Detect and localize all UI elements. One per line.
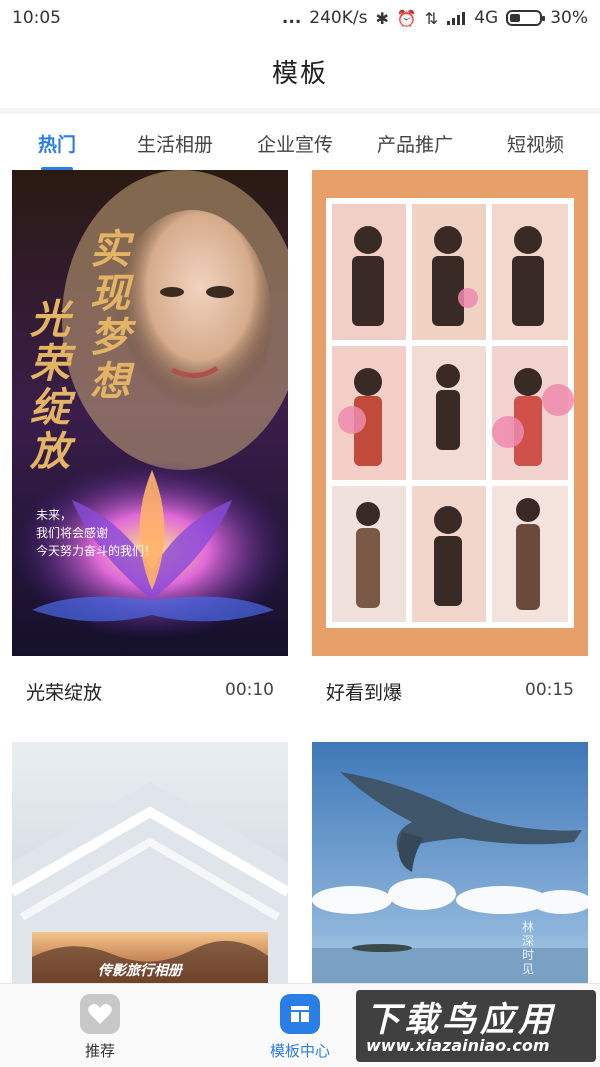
watermark: 下载鸟应用 www.xiazainiao.com: [356, 990, 596, 1062]
nav-item-recommend[interactable]: 推荐: [50, 994, 150, 1061]
template-duration: 00:10: [225, 680, 274, 700]
tab-short-video[interactable]: 短视频: [507, 130, 564, 157]
battery-icon: [506, 10, 546, 26]
tab-label: 短视频: [507, 134, 565, 156]
template-icon: [280, 994, 320, 1034]
template-card[interactable]: 实现梦想 光荣绽放 未来， 我们将会感谢 今天努力奋斗的我们！ 光荣绽放 00:…: [12, 170, 288, 720]
tab-corporate-promo[interactable]: 企业宣传: [257, 130, 333, 157]
template-card[interactable]: 好看到爆 00:15: [312, 170, 588, 720]
overlay-line: 未来，: [36, 508, 73, 522]
status-time: 10:05: [12, 8, 61, 28]
nav-label: 模板中心: [269, 1042, 330, 1060]
status-bar: 10:05 ... 240K/s ✱ ⏰ ⇅ 4G 30%: [0, 0, 600, 36]
overlay-line: 今天努力奋斗的我们！: [36, 544, 157, 558]
template-title: 好看到爆: [326, 682, 403, 704]
alarm-icon: ⏰: [396, 8, 417, 28]
tab-life-album[interactable]: 生活相册: [137, 130, 213, 157]
network-speed: 240K/s: [309, 8, 368, 28]
category-tabs: 热门 生活相册 企业宣传 产品推广 短视频: [0, 108, 600, 171]
template-thumbnail[interactable]: 传影旅行相册: [12, 742, 288, 983]
signal-icon: [447, 12, 466, 25]
watermark-url: www.xiazainiao.com: [366, 1036, 550, 1055]
calligraphy-title-1: 实现梦想: [90, 227, 130, 405]
page-title: 模板: [271, 58, 328, 89]
nav-item-template-center[interactable]: 模板中心: [250, 994, 350, 1061]
tab-label: 生活相册: [137, 134, 214, 156]
template-thumbnail[interactable]: 林深时见: [312, 742, 588, 983]
overlay-line: 我们将会感谢: [36, 526, 109, 540]
bluetooth-icon: ✱: [375, 8, 389, 28]
tab-product-promo[interactable]: 产品推广: [377, 130, 453, 157]
template-thumbnail-art: [12, 742, 288, 983]
template-thumbnail[interactable]: [312, 170, 588, 656]
status-indicators: ... 240K/s ✱ ⏰ ⇅ 4G 30%: [282, 8, 588, 28]
thumbnail-caption: 传影旅行相册: [98, 963, 182, 979]
tab-label: 产品推广: [377, 134, 454, 156]
network-type: 4G: [474, 8, 499, 28]
template-duration: 00:15: [525, 680, 574, 700]
battery-level: 30%: [550, 8, 588, 28]
template-card[interactable]: 林深时见: [312, 742, 588, 983]
tab-label: 热门: [38, 134, 77, 156]
template-thumbnail-art: [312, 742, 588, 983]
template-card[interactable]: 传影旅行相册: [12, 742, 288, 983]
more-dots: ...: [281, 8, 302, 28]
nav-label: 推荐: [84, 1042, 115, 1060]
template-title: 光荣绽放: [26, 682, 103, 704]
thumbnail-caption: 林深时见: [522, 920, 535, 976]
calligraphy-title-2: 光荣绽放: [30, 297, 70, 475]
tab-hot[interactable]: 热门: [38, 130, 77, 171]
template-thumbnail-art: [326, 198, 574, 628]
page-header: 模板: [0, 36, 600, 106]
tab-label: 企业宣传: [257, 134, 334, 156]
heart-icon: [80, 994, 120, 1034]
template-thumbnail[interactable]: 实现梦想 光荣绽放 未来， 我们将会感谢 今天努力奋斗的我们！: [12, 170, 288, 656]
watermark-logo: 下载鸟应用: [366, 1000, 556, 1040]
data-transfer-icon: ⇅: [424, 8, 439, 28]
